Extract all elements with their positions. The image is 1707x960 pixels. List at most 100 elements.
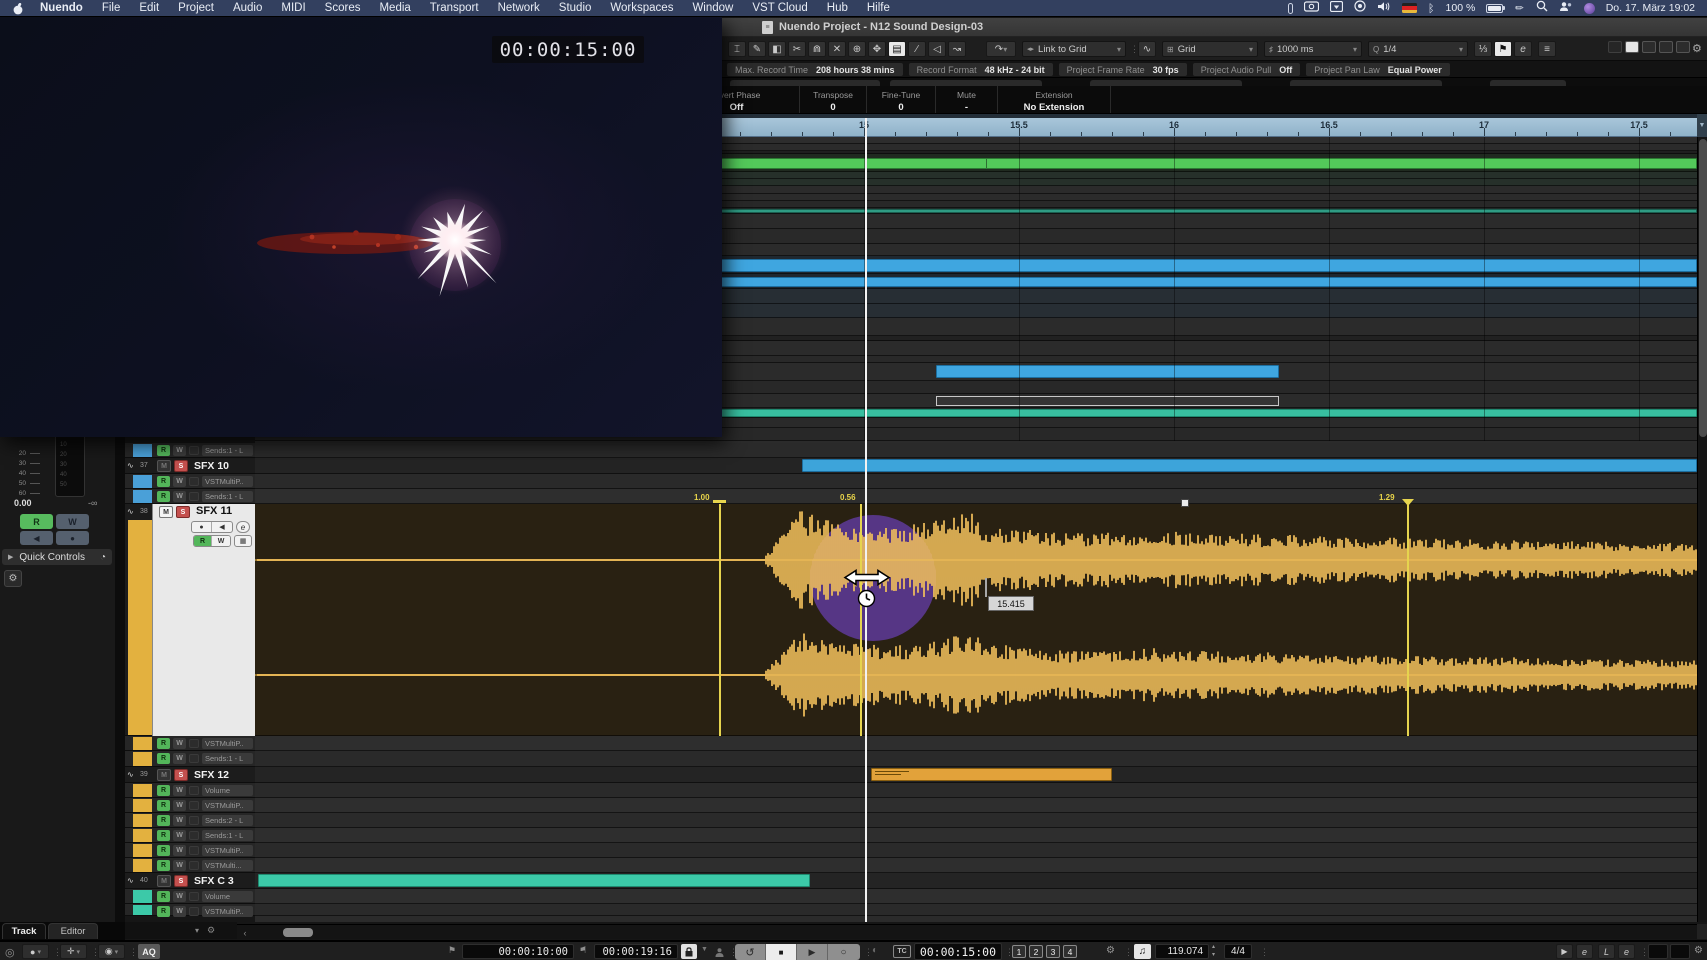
edit-channel-button[interactable]: e <box>236 521 250 533</box>
menu-workspaces[interactable]: Workspaces <box>610 2 673 14</box>
pre-roll-icon[interactable]: ◐ <box>872 945 878 956</box>
solo-button[interactable]: S <box>174 875 188 887</box>
transport-gear-icon[interactable]: ⚙ <box>1694 945 1703 956</box>
write-button[interactable]: W <box>173 491 186 502</box>
marker-button-1[interactable]: 1 <box>1012 945 1026 958</box>
read-button[interactable]: R <box>157 860 170 871</box>
read-button[interactable]: R <box>157 753 170 764</box>
mute-button[interactable]: M <box>157 460 171 472</box>
menu-project[interactable]: Project <box>178 2 214 14</box>
automation-parameter-label[interactable]: VSTMultiP.. <box>202 738 253 749</box>
event-info-fine-tune[interactable]: Fine-Tune0 <box>867 86 936 113</box>
audio-event-sfx10[interactable] <box>802 459 1697 472</box>
selected-track-panel[interactable]: MSSFX 11●◀eRW▦ <box>152 504 255 736</box>
tempo-track-button[interactable]: ♫ <box>1134 944 1151 959</box>
menu-scores[interactable]: Scores <box>325 2 361 14</box>
timesig-field[interactable]: 4/4 <box>1224 944 1252 959</box>
vertical-scrollbar[interactable] <box>1697 137 1707 922</box>
read-button[interactable]: R <box>157 906 170 917</box>
track-header-sfx-10[interactable]: ∿37MSSFX 10 <box>125 458 255 474</box>
automation-track-row[interactable]: RWVSTMultiP.. <box>125 736 255 751</box>
audio-event[interactable] <box>936 365 1279 378</box>
autoscroll-button[interactable]: ↷▾ <box>986 41 1016 57</box>
align-button[interactable]: ≡ <box>1538 41 1556 57</box>
meter-max-value[interactable]: -∞ <box>88 498 97 508</box>
link-to-grid-select[interactable]: ◂▸ Link to Grid ▾ <box>1022 41 1126 57</box>
spotlight-search-icon[interactable] <box>1536 0 1548 17</box>
video-player-window[interactable]: 00:00:15:00 <box>0 17 722 437</box>
punch-funnel-icon[interactable]: ▼ <box>701 946 708 953</box>
write-button[interactable]: W <box>173 845 186 856</box>
arrangement-lane-sends-2-l[interactable] <box>255 813 1697 828</box>
automation-track-row[interactable]: RWVolume <box>125 783 255 798</box>
arrangement-lane-vstmultip-[interactable] <box>255 474 1697 489</box>
menu-hilfe[interactable]: Hilfe <box>867 2 890 14</box>
play-button[interactable]: ▶ <box>797 944 828 960</box>
write-button[interactable]: W <box>173 906 186 917</box>
write-button[interactable]: W <box>173 830 186 841</box>
automation-track-row[interactable]: RWVSTMultiP.. <box>125 843 255 858</box>
wand-icon[interactable]: ✎ <box>1514 1 1528 15</box>
stop-button[interactable]: ■ <box>766 944 797 960</box>
audio-event-sfxc3[interactable] <box>258 874 810 887</box>
level-setup-button[interactable]: e <box>1618 944 1635 959</box>
marker-button-2[interactable]: 2 <box>1029 945 1043 958</box>
automation-track-row[interactable]: RWVolume <box>125 889 255 904</box>
menubar-clock[interactable]: Do. 17. März 19:02 <box>1606 2 1695 14</box>
apple-logo-icon[interactable] <box>12 2 24 14</box>
level-meter-button[interactable]: L <box>1598 944 1615 959</box>
automation-parameter-label[interactable]: Volume <box>202 785 253 796</box>
marker-gear-icon[interactable]: ⚙ <box>1106 945 1115 956</box>
read-button[interactable]: R <box>157 445 170 456</box>
menu-hub[interactable]: Hub <box>827 2 848 14</box>
event-info-transpose[interactable]: Transpose0 <box>800 86 867 113</box>
automation-parameter-label[interactable]: Sends:1 - L <box>202 830 253 841</box>
ruler-options-button[interactable]: ▼ <box>1697 114 1707 137</box>
arrangement-lane-vstmultip-[interactable] <box>255 843 1697 858</box>
automation-parameter-label[interactable]: VSTMultiP.. <box>202 906 253 917</box>
playhead[interactable] <box>865 118 867 922</box>
read-button[interactable]: R <box>194 536 212 546</box>
fader-value[interactable]: 0.00 <box>14 498 32 508</box>
right-locator-flag-icon[interactable]: ⚑ <box>579 945 587 956</box>
menu-studio[interactable]: Studio <box>559 2 592 14</box>
lock-punch-button[interactable] <box>681 944 697 959</box>
track-header-sfx-12[interactable]: ∿39MSSFX 12 <box>125 767 255 783</box>
arrangement-lane-sends-1-l[interactable] <box>255 443 1697 458</box>
toolbar-gear-icon[interactable]: ⚙ <box>1692 42 1702 55</box>
sync-setup-button[interactable]: e <box>1576 944 1593 959</box>
marker-button-4[interactable]: 4 <box>1063 945 1077 958</box>
right-locator-field[interactable]: 00:00:19:16 <box>594 944 678 959</box>
tracklist-gear-icon[interactable]: ⚙ <box>207 926 215 936</box>
automation-track-row[interactable]: RWVSTMulti... <box>125 858 255 873</box>
record-enable-button[interactable]: ● <box>192 522 212 532</box>
erase-tool-button[interactable]: ◧ <box>768 41 786 57</box>
automation-parameter-label[interactable]: Sends:1 - L <box>202 491 253 502</box>
write-button[interactable]: W <box>173 815 186 826</box>
fade-out-line[interactable] <box>1407 504 1409 736</box>
automation-track-row[interactable]: RW Sends:1 - L <box>125 828 255 843</box>
automation-track-row[interactable]: RWSends:2 - L <box>125 813 255 828</box>
read-button[interactable]: R <box>157 830 170 841</box>
record-mode-button[interactable]: ●▾ <box>22 944 49 959</box>
left-locator-flag-icon[interactable]: ⚑ <box>448 945 456 956</box>
automation-parameter-label[interactable]: VSTMultiP.. <box>202 800 253 811</box>
arrangement-lane-sfx-12[interactable] <box>255 767 1697 783</box>
midi-event-sfx12[interactable] <box>871 768 1112 781</box>
write-automation-button[interactable]: W <box>56 514 89 529</box>
arrangement-lane-vstmultip-[interactable] <box>255 736 1697 751</box>
menu-nuendo[interactable]: Nuendo <box>40 2 83 14</box>
automation-parameter-label[interactable]: Sends:1 - L <box>202 445 253 456</box>
bypass-button[interactable] <box>189 801 199 810</box>
quantize-panel-button[interactable]: e <box>1514 41 1532 57</box>
bypass-button[interactable] <box>189 446 199 455</box>
snap-zero-crossing-button[interactable]: ∿ <box>1138 41 1156 57</box>
scrub-tool-button[interactable]: ◁ <box>928 41 946 57</box>
quantize-select[interactable]: Q 1/4 ▾ <box>1368 41 1468 57</box>
solo-button[interactable]: S <box>174 769 188 781</box>
write-button[interactable]: W <box>173 445 186 456</box>
read-button[interactable]: R <box>157 476 170 487</box>
draw-tool-button[interactable]: ✎ <box>748 41 766 57</box>
arrangement-lane-sfx-10[interactable] <box>255 458 1697 474</box>
camera-icon[interactable] <box>1304 0 1319 17</box>
